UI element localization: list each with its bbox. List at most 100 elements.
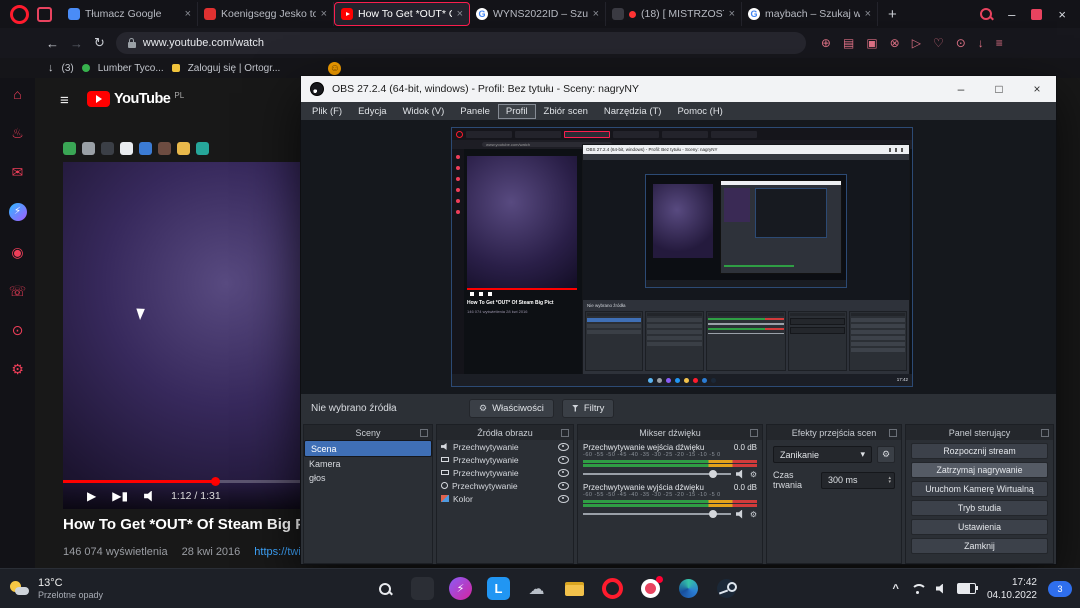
studio-mode-button[interactable]: Tryb studia: [911, 500, 1048, 516]
sidebar-history-icon[interactable]: ⊙: [12, 322, 24, 338]
tab-close-icon[interactable]: ×: [865, 8, 871, 20]
scene-item-selected[interactable]: Scena: [304, 440, 432, 457]
menu-narzedzia[interactable]: Narzędzia (T): [597, 105, 669, 118]
video-link[interactable]: https://twitt: [254, 546, 307, 558]
snapshot-icon[interactable]: ▤: [843, 36, 854, 50]
downloads-icon[interactable]: ↓: [978, 36, 984, 50]
back-button[interactable]: ←: [46, 36, 59, 51]
transition-settings-button[interactable]: ⚙: [877, 446, 895, 463]
duration-input[interactable]: 300 ms ▴▾: [821, 472, 895, 489]
obs-minimize-button[interactable]: –: [942, 82, 980, 96]
menu-plik[interactable]: Plik (F): [305, 105, 349, 118]
file-explorer-icon[interactable]: [563, 577, 586, 600]
taskbar-app-icon[interactable]: [411, 577, 434, 600]
tab-close-icon[interactable]: ×: [729, 8, 735, 20]
browser-tab[interactable]: G maybach – Szukaj w... ×: [742, 2, 878, 26]
mute-speaker-icon[interactable]: [736, 510, 745, 519]
source-item[interactable]: Przechwytywanie: [437, 453, 573, 466]
youtube-logo[interactable]: YouTube PL: [87, 91, 184, 107]
adblocker-icon[interactable]: ⊗: [890, 36, 900, 50]
downloads-tray-icon[interactable]: ↓: [48, 62, 54, 74]
zoom-icon[interactable]: ⊕: [821, 36, 831, 50]
sidebar-hot-tabs-icon[interactable]: ♨: [11, 125, 24, 141]
browser-tab[interactable]: Tłumacz Google ×: [62, 2, 198, 26]
workspace-icon[interactable]: [37, 7, 52, 22]
tab-close-icon[interactable]: ×: [185, 8, 191, 20]
edge-browser-icon[interactable]: [677, 577, 700, 600]
control-panel-header[interactable]: Panel sterujący: [906, 425, 1053, 440]
transitions-dock-header[interactable]: Efekty przejścia scen: [767, 425, 901, 440]
opera-browser-icon[interactable]: [601, 577, 624, 600]
volume-knob[interactable]: [709, 470, 717, 478]
obs-preview-area[interactable]: www.youtube.com/watch How To Get *OUT* O…: [301, 120, 1056, 394]
visibility-eye-icon[interactable]: [558, 469, 569, 477]
visibility-eye-icon[interactable]: [558, 456, 569, 464]
filters-button[interactable]: Filtry: [562, 399, 615, 418]
source-item[interactable]: Kolor: [437, 492, 573, 505]
youtube-menu-icon[interactable]: ≡: [60, 92, 69, 109]
sidebar-messenger-icon[interactable]: ⚡: [9, 203, 27, 221]
channel-settings-icon[interactable]: ⚙: [750, 510, 757, 519]
volume-icon[interactable]: [144, 491, 155, 502]
window-minimize-button[interactable]: –: [1008, 7, 1015, 22]
obs-title-bar[interactable]: OBS 27.2.4 (64-bit, windows) - Profil: B…: [301, 76, 1056, 102]
taskbar-clock[interactable]: 17:42 04.10.2022: [987, 576, 1037, 602]
steam-icon[interactable]: [715, 577, 738, 600]
start-button[interactable]: [335, 577, 358, 600]
cloud-app-icon[interactable]: ☁: [525, 577, 548, 600]
menu-widok[interactable]: Widok (V): [396, 105, 452, 118]
tab-close-icon[interactable]: ×: [321, 8, 327, 20]
source-item[interactable]: Przechwytywanie: [437, 466, 573, 479]
tray-expand-icon[interactable]: ^: [893, 583, 899, 595]
properties-button[interactable]: ⚙ Właściwości: [469, 399, 554, 418]
volume-tray-icon[interactable]: [936, 584, 946, 594]
browser-tab[interactable]: (18) [ MISTRZOST... ×: [606, 2, 742, 26]
opera-menu-icon[interactable]: [10, 5, 29, 24]
menu-profil[interactable]: Profil: [499, 105, 535, 118]
tab-close-icon[interactable]: ×: [593, 8, 599, 20]
reload-button[interactable]: ↻: [94, 35, 105, 51]
exit-button[interactable]: Zamknij: [911, 538, 1048, 554]
bookmark-item[interactable]: Lumber Tyco...: [98, 63, 164, 74]
taskbar-search-icon[interactable]: [373, 577, 396, 600]
menu-pomoc[interactable]: Pomoc (H): [670, 105, 729, 118]
browser-tab[interactable]: G WYNS2022ID – Szuk... ×: [470, 2, 606, 26]
mixer-dock-header[interactable]: Mikser dźwięku: [578, 425, 762, 440]
wifi-icon[interactable]: [910, 583, 925, 594]
source-item[interactable]: Przechwytywanie: [437, 479, 573, 492]
sources-dock-header[interactable]: Źródła obrazu: [437, 425, 573, 440]
scene-item[interactable]: Kamera: [304, 457, 432, 471]
bookmark-item[interactable]: Zaloguj się | Ortogr...: [188, 63, 281, 74]
sidebar-settings-icon[interactable]: ⚙: [11, 361, 24, 377]
url-field[interactable]: www.youtube.com/watch: [116, 32, 806, 54]
smiley-favicon[interactable]: ☺: [328, 62, 341, 75]
menu-zbior-scen[interactable]: Zbiór scen: [537, 105, 595, 118]
sidebar-mail-icon[interactable]: ✉: [12, 164, 24, 180]
play-button[interactable]: ▶: [87, 489, 96, 503]
mute-speaker-icon[interactable]: [736, 470, 745, 479]
sidebar-home-icon[interactable]: ⌂: [13, 86, 21, 102]
channel-settings-icon[interactable]: ⚙: [750, 470, 757, 479]
window-close-button[interactable]: ×: [1058, 7, 1066, 22]
stop-recording-button[interactable]: Zatrzymaj nagrywanie: [911, 462, 1048, 478]
tab-close-icon[interactable]: ×: [457, 8, 463, 20]
search-tabs-icon[interactable]: [980, 8, 992, 20]
obs-close-button[interactable]: ×: [1018, 82, 1056, 96]
volume-slider[interactable]: [583, 513, 731, 515]
favorites-heart-icon[interactable]: ♡: [933, 36, 944, 50]
gx-corner-icon[interactable]: [1031, 9, 1042, 20]
history-icon[interactable]: ⊙: [956, 36, 966, 50]
weather-widget[interactable]: 13°C Przelotne opady: [0, 577, 220, 601]
menu-edycja[interactable]: Edycja: [351, 105, 394, 118]
spinner-arrows[interactable]: ▴▾: [888, 476, 894, 484]
taskbar-l-app-icon[interactable]: L: [487, 577, 510, 600]
battery-icon[interactable]: [957, 583, 976, 594]
sidebar-instagram-icon[interactable]: ◉: [11, 244, 23, 260]
scene-item[interactable]: głos: [304, 471, 432, 485]
browser-tab-active[interactable]: How To Get *OUT* O... ×: [334, 2, 470, 26]
opera-gx-icon[interactable]: [639, 577, 662, 600]
next-button[interactable]: ▶▮: [112, 489, 128, 503]
scenes-dock-header[interactable]: Sceny: [304, 425, 432, 440]
visibility-eye-icon[interactable]: [558, 495, 569, 503]
messenger-icon[interactable]: ⚡: [449, 577, 472, 600]
